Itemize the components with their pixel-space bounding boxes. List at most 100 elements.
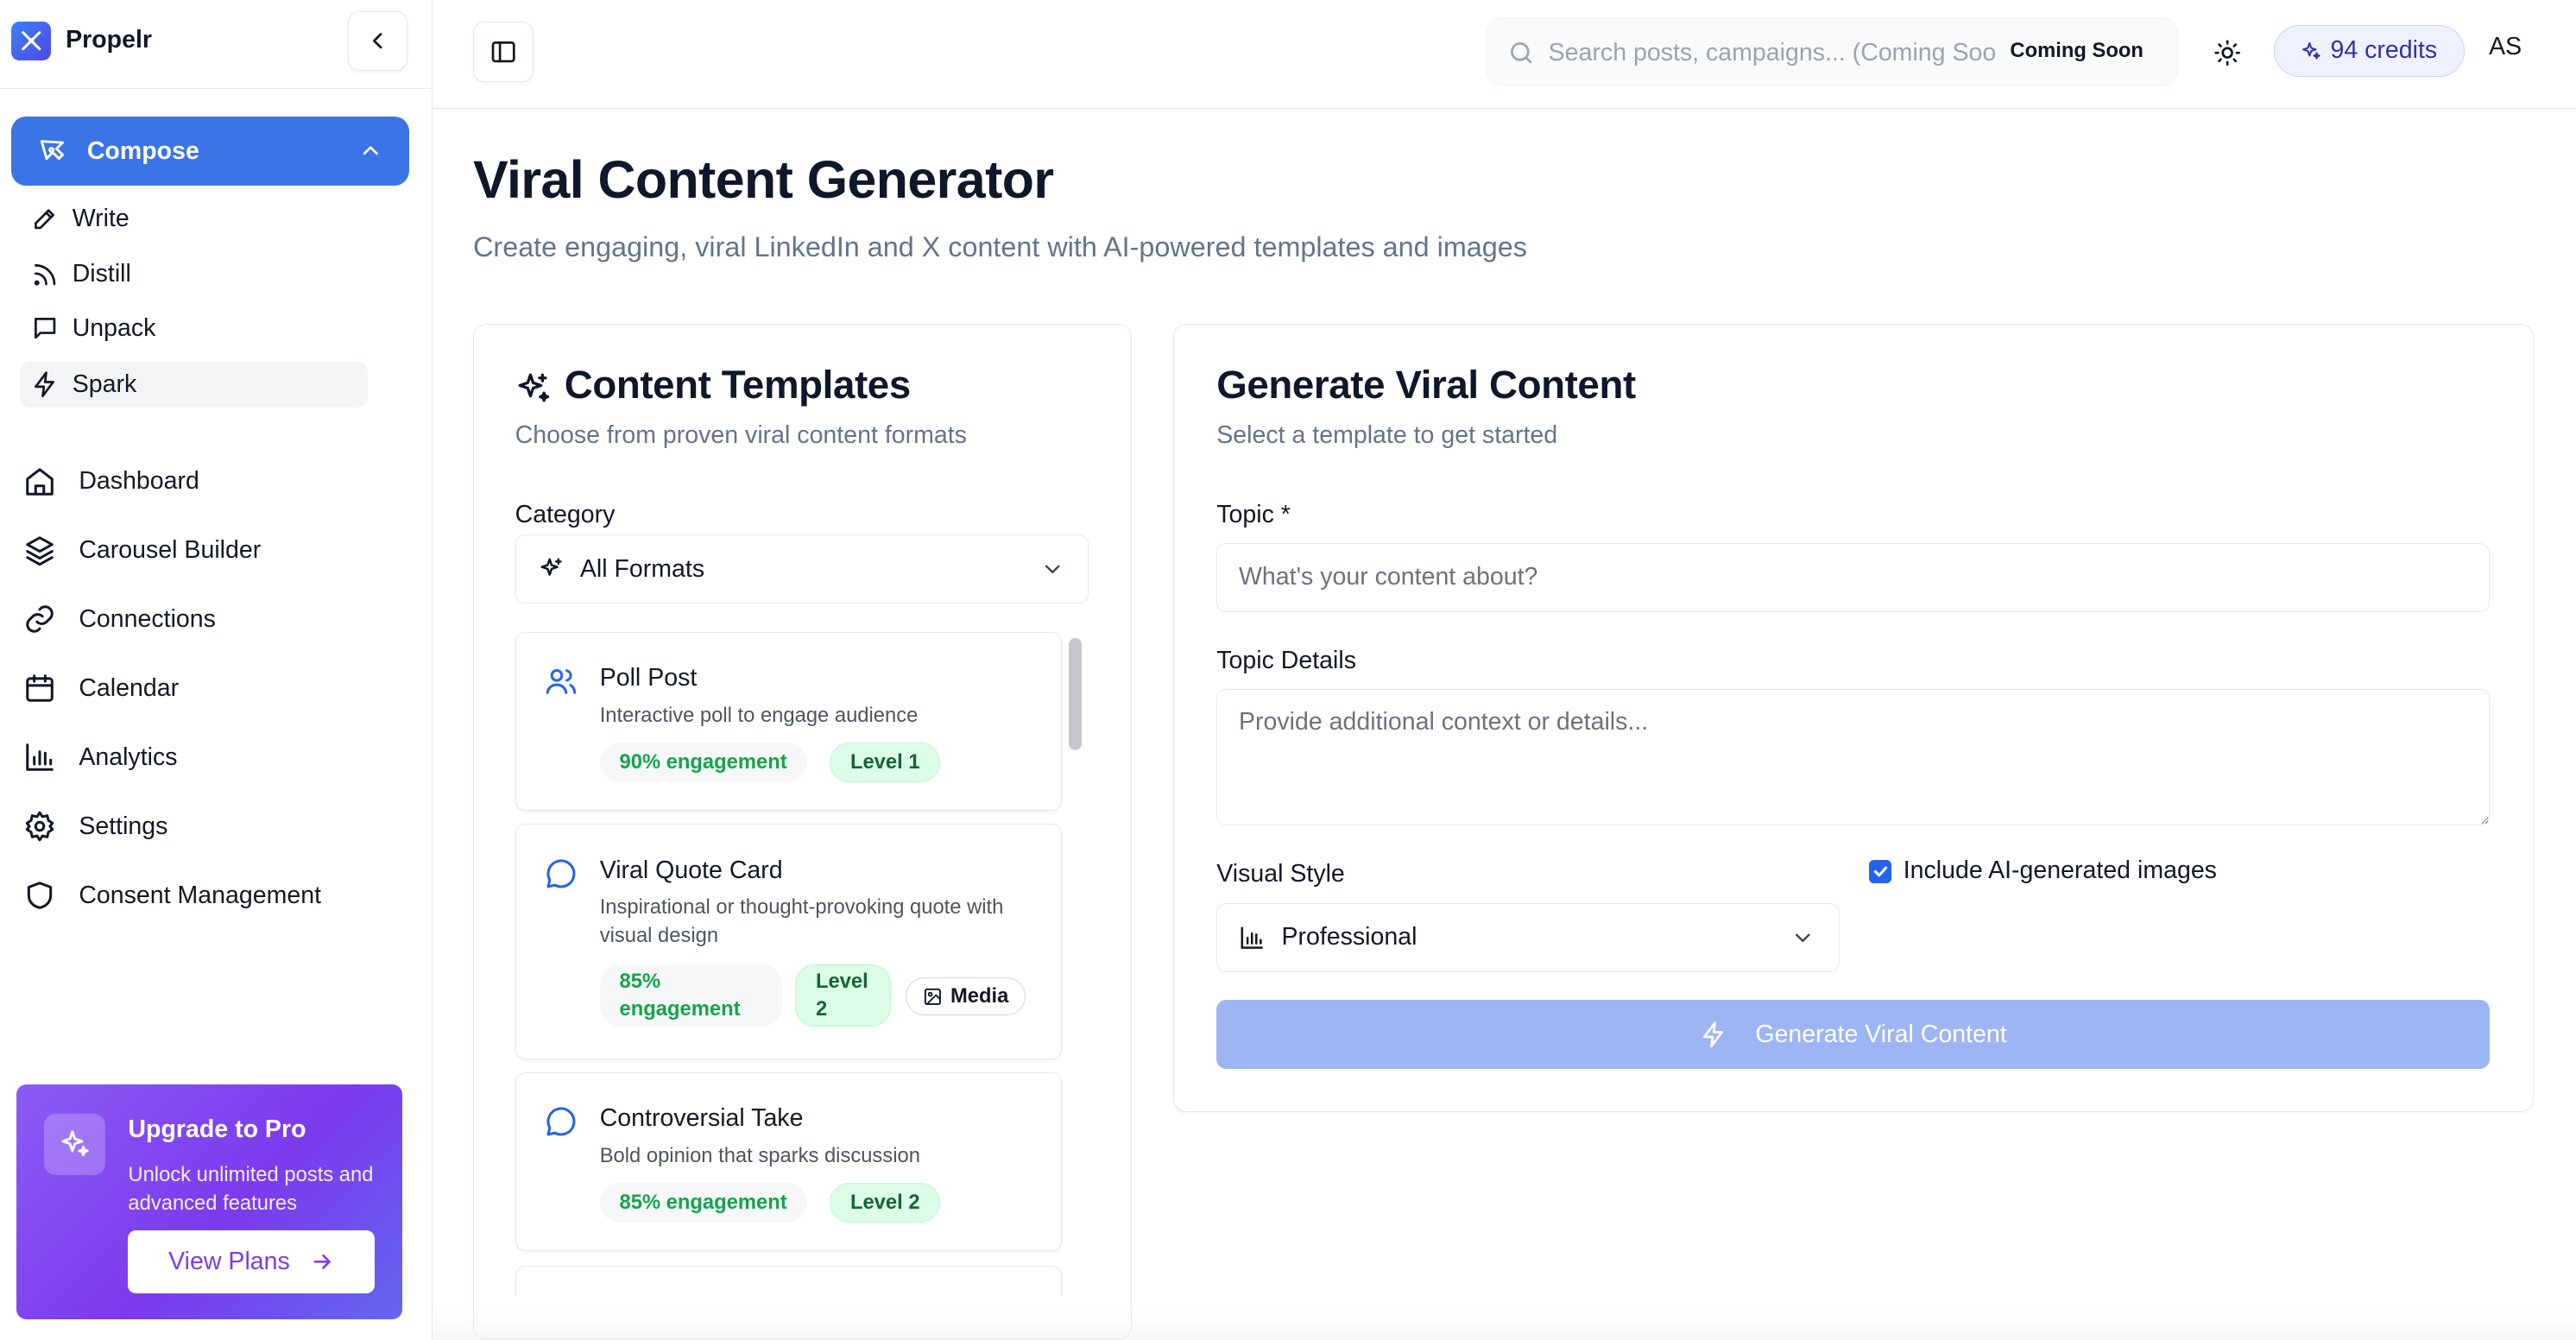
sidebar-item-label: Unpack xyxy=(72,314,156,343)
sidebar-item-write[interactable]: Write xyxy=(20,195,368,241)
media-badge: Media xyxy=(905,977,1026,1016)
sparkles-icon xyxy=(515,370,552,407)
sidebar-item-spark[interactable]: Spark xyxy=(19,361,369,408)
generate-viral-content-button[interactable]: Generate Viral Content xyxy=(1216,1000,2491,1069)
lightning-icon xyxy=(35,371,55,398)
home-icon xyxy=(25,467,54,496)
template-title: Controversial Take xyxy=(599,1103,804,1132)
sparkles-icon xyxy=(539,556,565,582)
sidebar-item-distill[interactable]: Distill xyxy=(20,251,368,297)
shield-icon xyxy=(27,882,52,909)
message-circle-icon xyxy=(544,856,578,891)
visual-style-label: Visual Style xyxy=(1216,860,1345,888)
sidebar-item-label: Dashboard xyxy=(79,467,199,496)
message-square-icon xyxy=(35,318,56,339)
checkmark-icon xyxy=(1873,866,1887,877)
compose-menu-toggle[interactable]: Compose xyxy=(11,117,409,186)
rss-icon xyxy=(34,263,56,286)
view-plans-label: View Plans xyxy=(168,1248,290,1276)
toggle-panel-button[interactable] xyxy=(473,21,534,83)
template-title: Viral Quote Card xyxy=(599,856,783,884)
template-title: Poll Post xyxy=(599,663,698,692)
engagement-badge: 85% engagement xyxy=(599,1183,807,1223)
upgrade-card: Upgrade to Pro Unlock unlimited posts an… xyxy=(16,1084,403,1320)
sidebar-item-label: Distill xyxy=(72,260,131,288)
category-value: All Formats xyxy=(579,554,705,583)
sidebar-item-label: Analytics xyxy=(79,743,178,771)
template-description: Interactive poll to engage audience xyxy=(599,703,919,727)
sidebar-item-label: Write xyxy=(72,204,129,232)
gear-icon xyxy=(25,811,54,842)
message-circle-icon xyxy=(544,1104,578,1139)
generate-button-label: Generate Viral Content xyxy=(1755,1020,2007,1048)
topic-input[interactable] xyxy=(1216,542,2491,612)
level-badge: Level 2 xyxy=(830,1183,941,1223)
templates-subtitle: Choose from proven viral content formats xyxy=(515,421,967,450)
collapse-sidebar-button[interactable] xyxy=(348,11,407,71)
template-card-poll-post[interactable]: Poll Post Interactive poll to engage aud… xyxy=(515,631,1063,812)
sidebar-item-calendar[interactable]: Calendar xyxy=(23,664,411,713)
credits-badge[interactable]: 94 credits xyxy=(2273,24,2465,78)
pen-tool-icon xyxy=(40,140,64,161)
theme-toggle-button[interactable] xyxy=(2207,31,2249,73)
brand-name: Propelr xyxy=(66,26,152,54)
sidebar-item-label: Settings xyxy=(79,812,168,840)
link-icon xyxy=(25,605,54,634)
category-select[interactable]: All Formats xyxy=(515,534,1089,604)
upgrade-title: Upgrade to Pro xyxy=(128,1116,306,1144)
level-badge: Level 1 xyxy=(830,743,941,782)
sidebar-panel-icon xyxy=(491,41,515,63)
search-bar: Coming Soon xyxy=(1487,17,2179,85)
visual-style-select[interactable]: Professional xyxy=(1216,902,1840,972)
template-description: Inspirational or thought-provoking quote… xyxy=(599,895,1004,947)
chevron-down-icon xyxy=(1790,926,1815,951)
content-templates-card: Content Templates Choose from proven vir… xyxy=(473,323,1133,1339)
bar-chart-icon xyxy=(1239,925,1265,951)
template-card-viral-quote-card[interactable]: Viral Quote Card Inspirational or though… xyxy=(515,824,1063,1059)
templates-title: Content Templates xyxy=(564,362,911,407)
credits-label: 94 credits xyxy=(2330,36,2438,65)
sidebar-item-unpack[interactable]: Unpack xyxy=(20,306,368,351)
search-input[interactable] xyxy=(1548,34,1996,73)
layers-icon xyxy=(25,536,54,566)
brand-header: Propelr xyxy=(0,0,431,89)
template-list[interactable]: Poll Post Interactive poll to engage aud… xyxy=(515,631,1090,1296)
level-badge: Level 2 xyxy=(795,964,891,1027)
visual-style-value: Professional xyxy=(1281,923,1417,951)
generate-viral-content-card: Generate Viral Content Select a template… xyxy=(1172,323,2534,1113)
view-plans-button[interactable]: View Plans xyxy=(128,1230,375,1293)
users-icon xyxy=(544,664,578,698)
template-list-scrollbar[interactable] xyxy=(1068,638,1083,750)
sparkles-icon xyxy=(2301,41,2322,62)
topic-label: Topic * xyxy=(1216,500,1291,528)
sparkles-icon xyxy=(44,1114,105,1175)
calendar-icon xyxy=(25,674,54,703)
sidebar-item-label: Carousel Builder xyxy=(79,536,262,564)
pen-icon xyxy=(35,209,55,230)
topic-details-label: Topic Details xyxy=(1216,646,1356,674)
sidebar-item-analytics[interactable]: Analytics xyxy=(23,733,411,782)
chevron-down-icon xyxy=(1040,557,1065,582)
sidebar-item-carousel-builder[interactable]: Carousel Builder xyxy=(23,526,411,575)
engagement-badge: 85% engagement xyxy=(599,964,782,1027)
topic-details-textarea[interactable] xyxy=(1216,689,2491,826)
sidebar-item-connections[interactable]: Connections xyxy=(23,595,411,644)
search-icon xyxy=(1507,39,1535,73)
top-bar: Coming Soon 94 credits AS xyxy=(432,0,2576,109)
coming-soon-badge: Coming Soon xyxy=(2010,38,2144,62)
upgrade-description: Unlock unlimited posts and advanced feat… xyxy=(128,1163,374,1215)
engagement-badge: 90% engagement xyxy=(599,743,807,782)
page-subtitle: Create engaging, viral LinkedIn and X co… xyxy=(473,231,1527,263)
sidebar-item-consent-management[interactable]: Consent Management xyxy=(23,871,411,920)
compose-label: Compose xyxy=(86,136,199,165)
include-images-checkbox[interactable] xyxy=(1868,860,1892,883)
sidebar-item-dashboard[interactable]: Dashboard xyxy=(23,457,411,506)
include-images-label[interactable]: Include AI-generated images xyxy=(1904,856,2217,885)
template-card-next[interactable] xyxy=(515,1266,1063,1296)
chevron-left-icon xyxy=(373,33,382,49)
template-card-controversial-take[interactable]: Controversial Take Bold opinion that spa… xyxy=(515,1071,1063,1252)
chevron-up-icon xyxy=(358,138,383,170)
brand-logo-icon xyxy=(11,21,51,61)
avatar[interactable]: AS xyxy=(2483,33,2529,73)
sidebar-item-settings[interactable]: Settings xyxy=(23,802,411,851)
